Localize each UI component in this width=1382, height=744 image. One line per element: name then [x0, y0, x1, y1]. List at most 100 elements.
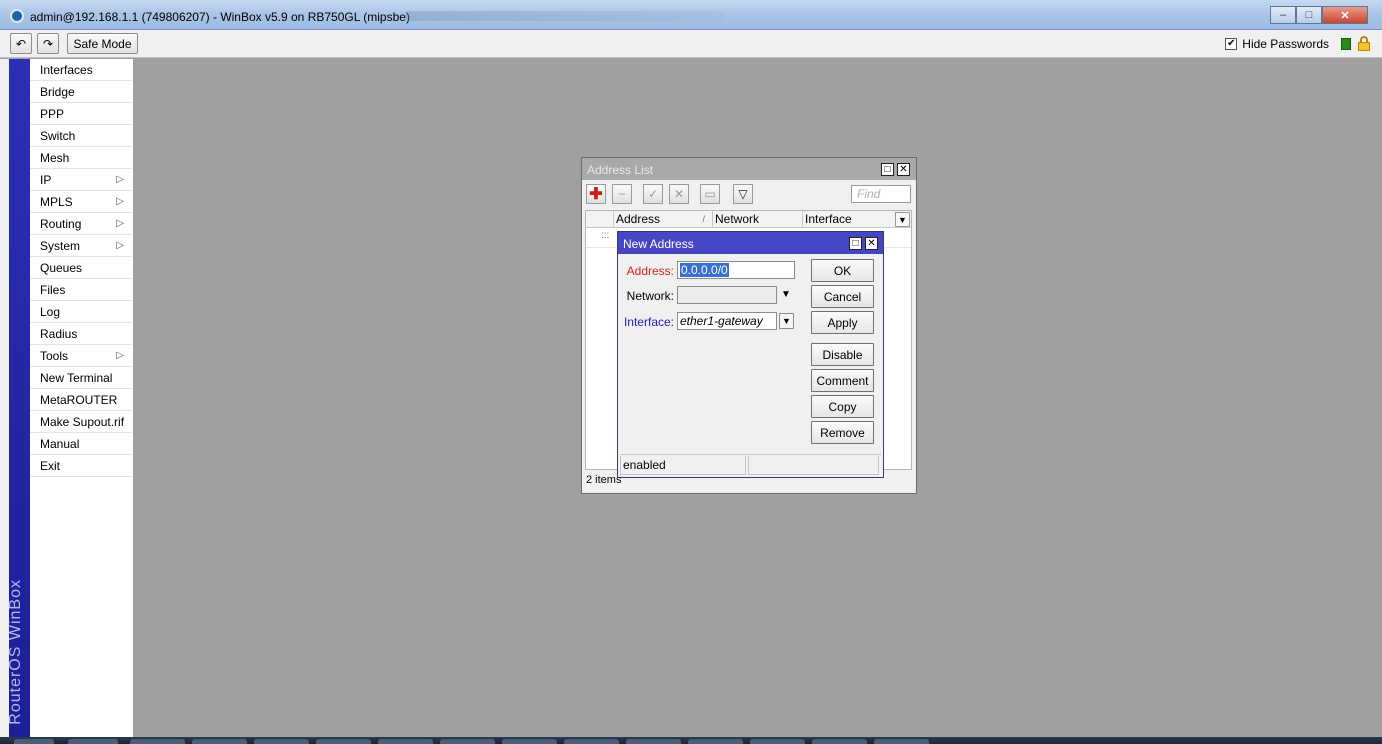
safe-mode-button[interactable]: Safe Mode: [67, 33, 138, 54]
close-icon[interactable]: ✕: [897, 163, 910, 176]
minimize-button[interactable]: –: [1270, 6, 1296, 24]
copy-button[interactable]: Copy: [811, 395, 874, 418]
taskbar-app[interactable]: [812, 739, 867, 744]
sidebar-item-label: Files: [40, 283, 66, 297]
close-button[interactable]: ✕: [1322, 6, 1368, 24]
disable-icon[interactable]: ✕: [669, 184, 689, 204]
brand-band: RouterOS WinBox: [7, 59, 30, 737]
ok-button[interactable]: OK: [811, 259, 874, 282]
submenu-arrow-icon: ▷: [116, 196, 124, 207]
taskbar-app[interactable]: [750, 739, 805, 744]
sidebar-item-label: IP: [40, 173, 52, 187]
hide-passwords-checkbox[interactable]: ✔: [1225, 38, 1238, 50]
sidebar-item-new-terminal[interactable]: New Terminal: [30, 367, 132, 389]
lock-icon: [1358, 36, 1370, 52]
sidebar-item-metarouter[interactable]: MetaROUTER: [30, 389, 132, 411]
sidebar-item-make-supout[interactable]: Make Supout.rif: [30, 411, 132, 433]
remove-icon[interactable]: −: [612, 184, 632, 204]
find-input[interactable]: Find: [851, 185, 911, 203]
filter-icon[interactable]: ▽: [733, 184, 753, 204]
column-address[interactable]: Address /: [613, 211, 711, 228]
taskbar-app[interactable]: [440, 739, 495, 744]
sidebar-item-queues[interactable]: Queues: [30, 257, 132, 279]
restore-icon[interactable]: □: [849, 237, 862, 250]
row-marker: :::: [601, 230, 610, 241]
sidebar-item-label: PPP: [40, 107, 65, 121]
undo-button[interactable]: ↶: [10, 33, 32, 54]
enable-icon[interactable]: ✓: [643, 184, 663, 204]
sidebar-item-label: Switch: [40, 129, 76, 143]
redo-icon: ↷: [42, 36, 54, 51]
sidebar-item-label: Make Supout.rif: [40, 415, 125, 429]
start-button[interactable]: [14, 739, 54, 744]
apply-button[interactable]: Apply: [811, 311, 874, 334]
sidebar-item-system[interactable]: System ▷: [30, 235, 132, 257]
network-field[interactable]: [677, 286, 777, 304]
taskbar-app[interactable]: [192, 739, 247, 744]
close-icon[interactable]: ✕: [865, 237, 878, 250]
sort-icon: /: [702, 214, 705, 224]
sidebar-item-log[interactable]: Log: [30, 301, 132, 323]
sidebar-item-label: Routing: [40, 217, 82, 231]
address-label: Address:: [626, 264, 674, 278]
sidebar-item-label: MetaROUTER: [40, 393, 118, 407]
table-header: Address / Network Interface ▼: [586, 211, 911, 228]
sidebar-item-interfaces[interactable]: Interfaces: [30, 59, 132, 81]
sidebar-item-routing[interactable]: Routing ▷: [30, 213, 132, 235]
sidebar-item-files[interactable]: Files: [30, 279, 132, 301]
hide-passwords-toggle[interactable]: ✔ Hide Passwords: [1225, 37, 1329, 51]
sidebar-item-radius[interactable]: Radius: [30, 323, 132, 345]
disable-button[interactable]: Disable: [811, 343, 874, 366]
winbox-app-icon: [10, 9, 24, 23]
cancel-button[interactable]: Cancel: [811, 285, 874, 308]
taskbar-app[interactable]: [316, 739, 371, 744]
restore-icon[interactable]: □: [881, 163, 894, 176]
network-dropdown-icon[interactable]: ▼: [781, 289, 791, 300]
main-toolbar: ↶ ↷ Safe Mode ✔ Hide Passwords: [0, 30, 1382, 58]
interface-dropdown-icon[interactable]: ▼: [779, 313, 794, 329]
sidebar-item-mpls[interactable]: MPLS ▷: [30, 191, 132, 213]
brand-label: RouterOS WinBox: [7, 579, 24, 725]
sidebar-item-label: Queues: [40, 261, 83, 275]
taskbar-app[interactable]: [68, 739, 118, 744]
sidebar-item-bridge[interactable]: Bridge: [30, 81, 132, 103]
taskbar-app[interactable]: [564, 739, 619, 744]
sidebar-item-switch[interactable]: Switch: [30, 125, 132, 147]
maximize-button[interactable]: □: [1296, 6, 1322, 24]
sidebar-item-label: System: [40, 239, 81, 253]
taskbar-app[interactable]: [130, 739, 185, 744]
sidebar-item-exit[interactable]: Exit: [30, 455, 132, 477]
comment-button[interactable]: Comment: [811, 369, 874, 392]
dialog-statusbar: enabled: [620, 454, 881, 475]
add-icon[interactable]: ✚: [586, 184, 606, 204]
taskbar-app[interactable]: [254, 739, 309, 744]
comment-icon[interactable]: ▭: [700, 184, 720, 204]
sidebar-item-label: Interfaces: [40, 63, 93, 77]
sidebar-item-label: Tools: [40, 349, 69, 363]
submenu-arrow-icon: ▷: [116, 240, 124, 251]
status-secondary: [748, 456, 879, 475]
hide-passwords-label: Hide Passwords: [1242, 37, 1329, 51]
remove-button[interactable]: Remove: [811, 421, 874, 444]
taskbar-app[interactable]: [688, 739, 743, 744]
address-field[interactable]: 0.0.0.0/0: [677, 261, 795, 279]
taskbar-app[interactable]: [874, 739, 929, 744]
taskbar-app[interactable]: [378, 739, 433, 744]
column-interface[interactable]: Interface: [802, 211, 893, 228]
sidebar-item-label: Mesh: [40, 151, 70, 165]
redo-button[interactable]: ↷: [37, 33, 59, 54]
sidebar-item-mesh[interactable]: Mesh: [30, 147, 132, 169]
interface-select[interactable]: ether1-gateway: [677, 312, 777, 330]
taskbar-app[interactable]: [626, 739, 681, 744]
taskbar-app[interactable]: [502, 739, 557, 744]
window-titlebar: admin@192.168.1.1 (749806207) - WinBox v…: [0, 0, 1382, 30]
new-address-title: New Address: [618, 232, 883, 254]
sidebar-item-ip[interactable]: IP ▷: [30, 169, 132, 191]
column-network[interactable]: Network: [712, 211, 802, 228]
window-title: admin@192.168.1.1 (749806207) - WinBox v…: [30, 10, 410, 24]
sidebar-item-label: Bridge: [40, 85, 75, 99]
sidebar-item-ppp[interactable]: PPP: [30, 103, 132, 125]
columns-dropdown-icon[interactable]: ▼: [895, 212, 910, 227]
sidebar-item-tools[interactable]: Tools ▷: [30, 345, 132, 367]
sidebar-item-manual[interactable]: Manual: [30, 433, 132, 455]
